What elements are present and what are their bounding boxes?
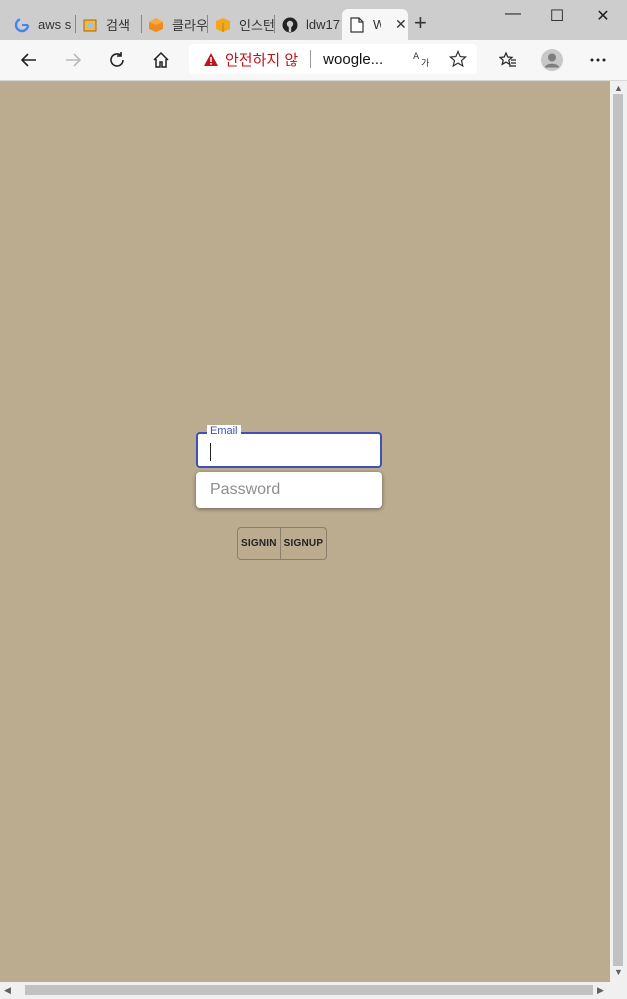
security-warning[interactable]: 안전하지 않 xyxy=(203,49,298,70)
new-tab-button[interactable]: + xyxy=(414,12,427,34)
favorite-star-icon[interactable] xyxy=(448,49,468,72)
google-icon xyxy=(14,17,30,33)
scroll-down-icon[interactable]: ▼ xyxy=(614,967,623,977)
scroll-right-icon[interactable]: ▶ xyxy=(597,985,604,996)
favorites-icon[interactable] xyxy=(496,48,520,72)
text-caret xyxy=(210,443,211,461)
password-placeholder: Password xyxy=(210,481,281,498)
page-icon xyxy=(349,16,365,33)
github-icon xyxy=(282,17,298,33)
close-tab-icon[interactable]: ✕ xyxy=(395,16,407,33)
home-icon[interactable] xyxy=(149,48,173,72)
vertical-scrollbar[interactable]: ▲ ▼ xyxy=(610,81,627,982)
scroll-left-icon[interactable]: ◀ xyxy=(4,985,11,996)
svg-text:A: A xyxy=(413,52,420,62)
password-field[interactable]: Password xyxy=(196,472,382,508)
scroll-up-icon[interactable]: ▲ xyxy=(614,83,623,93)
vertical-scroll-thumb[interactable] xyxy=(613,94,623,966)
auth-button-group: SIGNIN SIGNUP xyxy=(237,527,328,560)
tab-aws[interactable]: aws s xyxy=(14,9,76,40)
horizontal-scrollbar[interactable]: ◀ ▶ xyxy=(0,982,627,999)
signin-button[interactable]: SIGNIN xyxy=(238,528,280,559)
browser-toolbar: 안전하지 않 woogle... A가 xyxy=(0,40,627,81)
box-icon xyxy=(82,17,98,33)
more-menu-icon[interactable] xyxy=(586,48,610,72)
translate-icon[interactable]: A가 xyxy=(413,50,431,72)
warning-icon xyxy=(204,52,218,66)
url-text: woogle... xyxy=(323,50,384,68)
tab-github[interactable]: ldw17 xyxy=(282,9,342,40)
horizontal-scroll-thumb[interactable] xyxy=(25,985,593,995)
tab-label: aws s xyxy=(38,17,72,32)
tab-label: 인스턴 xyxy=(239,18,275,33)
tab-active[interactable]: W ✕ xyxy=(342,9,408,40)
tab-search[interactable]: 검색 xyxy=(82,9,142,40)
address-bar[interactable]: 안전하지 않 woogle... A가 xyxy=(189,44,477,74)
email-field[interactable]: Email xyxy=(196,425,382,468)
refresh-icon[interactable] xyxy=(105,48,129,72)
tab-label: 클라우 xyxy=(172,18,208,33)
tab-label: 검색 xyxy=(106,18,130,33)
svg-text:가: 가 xyxy=(421,58,429,68)
email-label: Email xyxy=(207,425,241,437)
signup-button[interactable]: SIGNUP xyxy=(279,528,327,559)
cube-icon xyxy=(148,17,164,33)
back-icon[interactable] xyxy=(17,48,41,72)
tab-label: W xyxy=(373,17,381,32)
tab-cloud[interactable]: 클라우 xyxy=(148,9,208,40)
close-window-button[interactable]: ✕ xyxy=(593,6,613,26)
forward-icon[interactable] xyxy=(61,48,85,72)
package-icon xyxy=(215,17,231,33)
tab-instance[interactable]: 인스턴 xyxy=(215,9,275,40)
tab-label: ldw17 xyxy=(306,17,340,32)
profile-avatar-icon[interactable] xyxy=(540,48,564,72)
maximize-button[interactable]: ☐ xyxy=(547,6,567,26)
tab-strip: aws s 검색 클라우 인스턴 ldw17 W ✕ + — ☐ ✕ xyxy=(0,0,627,40)
minimize-button[interactable]: — xyxy=(503,5,523,23)
address-divider xyxy=(310,50,312,68)
warning-text: 안전하지 않 xyxy=(225,51,299,69)
